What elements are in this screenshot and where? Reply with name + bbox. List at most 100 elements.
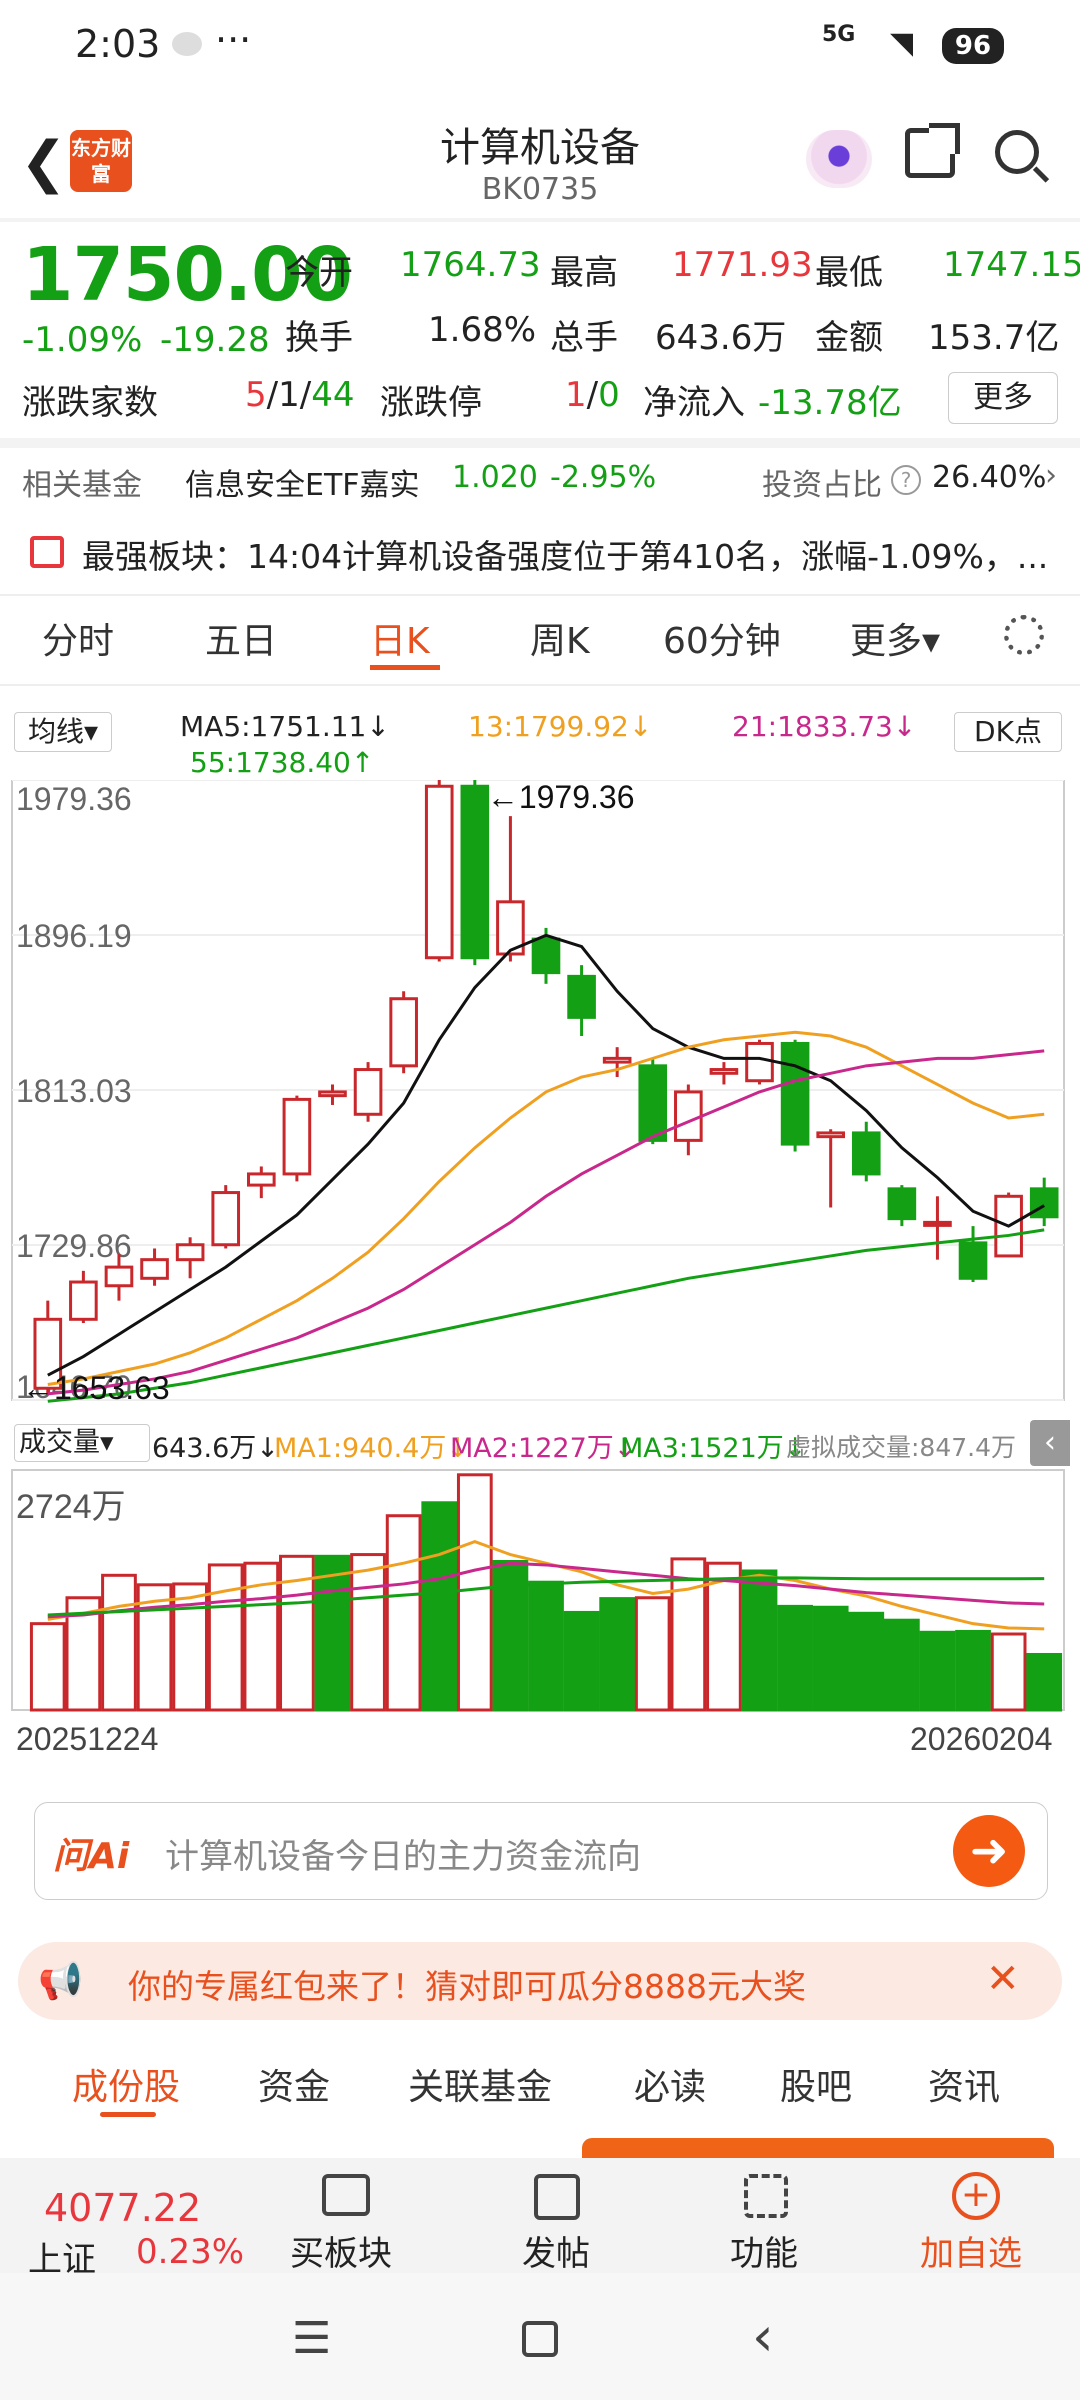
search-icon[interactable] — [995, 130, 1039, 174]
function-button[interactable]: 功能 — [730, 2226, 798, 2275]
updown-counts: 5/1/44 — [245, 375, 355, 415]
volume-bar — [314, 1554, 351, 1712]
invest-ratio-label: 投资占比 — [762, 468, 882, 503]
buy-board-button[interactable]: 买板块 — [290, 2226, 392, 2275]
candle — [887, 1187, 917, 1221]
dk-point-button[interactable]: DK点 — [954, 712, 1062, 752]
candle — [318, 1090, 347, 1098]
volume-bar — [385, 1514, 422, 1712]
index-change: 0.23% — [136, 2232, 245, 2272]
tab-related-funds[interactable]: 关联基金 — [408, 2058, 552, 2110]
candle — [460, 784, 490, 960]
signal-icon: 5G — [822, 22, 856, 47]
updown-label: 涨跌家数 — [22, 383, 158, 423]
promo-text: 你的专属红包来了！猜对即可瓜分8888元大奖 — [128, 1967, 806, 2006]
popup-edge — [582, 2138, 1054, 2158]
more-button[interactable]: 更多 — [948, 372, 1058, 424]
end-date-label: 20260204 — [910, 1721, 1052, 1757]
ma13-legend: 13:1799.92↓ — [468, 710, 653, 743]
volume-bar — [456, 1473, 493, 1712]
tab-weekly-k[interactable]: 周K — [530, 612, 590, 664]
tab-news[interactable]: 资讯 — [928, 2058, 1000, 2110]
chevron-right-icon[interactable]: › — [1045, 458, 1057, 493]
index-value[interactable]: 4077.22 — [44, 2186, 201, 2230]
wifi-icon: ◥ — [890, 26, 914, 61]
ma21-legend: 21:1833.73↓ — [732, 710, 917, 743]
tab-more[interactable]: 更多▾ — [850, 612, 940, 664]
close-icon[interactable]: ✕ — [986, 1956, 1020, 2002]
virtual-volume-legend: 虚拟成交量:847.4万 — [786, 1433, 1016, 1462]
low-value: 1747.15 — [943, 245, 1080, 285]
settings-icon[interactable] — [1004, 615, 1044, 655]
candle — [389, 997, 418, 1068]
kline-chart[interactable]: 均线▾ MA5:1751.11↓ 13:1799.92↓ 21:1833.73↓… — [0, 690, 1080, 1760]
help-icon[interactable]: ? — [891, 465, 921, 495]
tab-daily-k[interactable]: 日K — [370, 612, 430, 664]
tab-funds[interactable]: 资金 — [258, 2058, 330, 2110]
volume-bar — [777, 1604, 813, 1712]
ai-question-box[interactable]: 问Ai 计算机设备今日的主力资金流向 ➜ — [34, 1802, 1048, 1900]
high-value: 1771.93 — [672, 245, 813, 285]
volume-bar — [29, 1622, 66, 1712]
volume-bar — [741, 1569, 778, 1712]
candle — [638, 1064, 668, 1142]
candle — [211, 1191, 241, 1247]
candle — [353, 1068, 383, 1116]
app-header: ❮ 东方财富 计算机设备 BK0735 — [0, 90, 1080, 220]
back-nav-icon[interactable]: ‹ — [752, 2305, 774, 2368]
tab-intraday[interactable]: 分时 — [42, 612, 114, 664]
edit-icon[interactable] — [534, 2174, 580, 2220]
candle — [567, 974, 596, 1019]
amount-label: 金额 — [815, 318, 883, 358]
candle — [282, 1097, 312, 1176]
limit-counts: 1/0 — [565, 375, 620, 415]
news-icon — [30, 536, 64, 568]
fund-change: -2.95% — [550, 460, 657, 495]
buy-board-icon[interactable] — [322, 2174, 370, 2216]
volume-label: 总手 — [550, 318, 618, 358]
arrow-right-icon[interactable]: ➜ — [953, 1815, 1025, 1887]
candle — [175, 1243, 205, 1262]
volume-bar — [919, 1630, 956, 1712]
tab-constituents[interactable]: 成份股 — [72, 2058, 180, 2110]
vma2-legend: MA2:1227万↓ — [450, 1433, 637, 1464]
post-button[interactable]: 发帖 — [522, 2226, 590, 2275]
y-tick-label: 1813.03 — [16, 1073, 132, 1109]
add-icon[interactable]: + — [952, 2172, 1000, 2220]
tab-forum[interactable]: 股吧 — [780, 2058, 852, 2110]
collapse-panel-button[interactable]: ‹ — [1030, 1420, 1070, 1466]
kline-svg: 1979.361896.191813.031729.861646.70←1979… — [11, 780, 1065, 1757]
inflow-value: -13.78亿 — [758, 383, 902, 423]
more-notifications-icon: ··· — [215, 18, 252, 62]
menu-icon[interactable]: ☰ — [292, 2313, 331, 2364]
volume-selector[interactable]: 成交量▾ — [14, 1424, 150, 1462]
start-date-label: 20251224 — [16, 1721, 158, 1757]
share-icon[interactable] — [905, 123, 960, 178]
fund-name[interactable]: 信息安全ETF嘉实 — [185, 460, 420, 504]
volume-bar — [812, 1605, 849, 1712]
turnover-label: 换手 — [285, 318, 353, 358]
ai-assistant-icon[interactable] — [806, 130, 872, 188]
tab-must-read[interactable]: 必读 — [634, 2058, 706, 2110]
ma-selector[interactable]: 均线▾ — [14, 712, 112, 752]
home-icon[interactable] — [522, 2321, 558, 2357]
related-fund-label: 相关基金 — [22, 468, 142, 503]
y-tick-label: 1896.19 — [16, 918, 132, 954]
strongest-board-news[interactable]: 最强板块：14:04计算机设备强度位于第410名，涨幅-1.09%，... — [82, 530, 1062, 578]
change-value: -19.28 — [160, 320, 270, 360]
active-tab-indicator — [100, 2112, 156, 2117]
bottom-action-bar: 4077.22 上证 0.23% 买板块 发帖 功能 + 加自选 — [0, 2158, 1080, 2280]
candle — [246, 1172, 276, 1187]
ma55-legend: 55:1738.40↑ — [190, 746, 375, 779]
tab-60min[interactable]: 60分钟 — [663, 612, 781, 664]
volume-bar — [421, 1501, 458, 1712]
candle — [140, 1258, 169, 1280]
volume-bar — [848, 1611, 885, 1712]
volume-bar — [563, 1610, 600, 1712]
tab-five-day[interactable]: 五日 — [205, 612, 277, 664]
red-packet-banner[interactable]: 📢 你的专属红包来了！猜对即可瓜分8888元大奖 ✕ — [18, 1942, 1062, 2020]
volume-bar — [955, 1629, 991, 1712]
volume-max-label: 2724万 — [16, 1488, 126, 1526]
add-watchlist-button[interactable]: 加自选 — [920, 2226, 1022, 2275]
grid-icon[interactable] — [744, 2174, 788, 2218]
